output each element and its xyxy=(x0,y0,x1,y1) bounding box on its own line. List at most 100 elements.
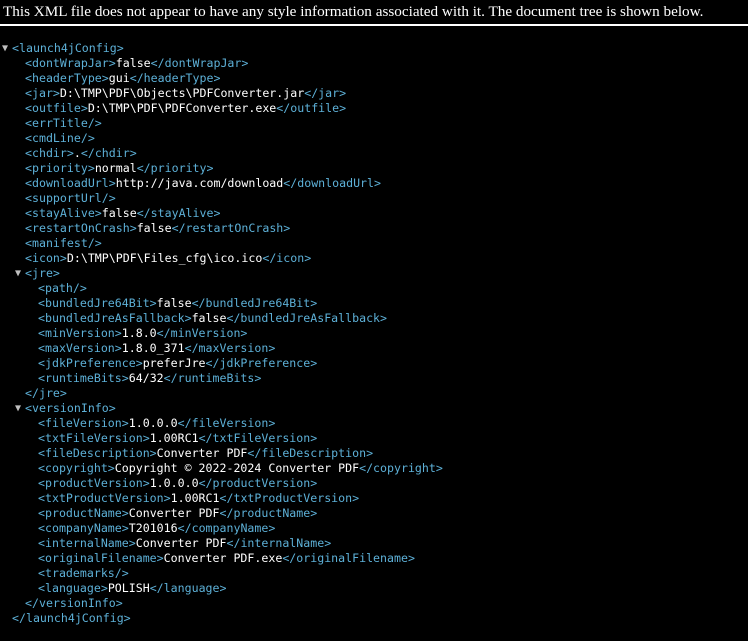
xml-open-tag: <companyName> xyxy=(38,521,129,535)
xml-text-value: false xyxy=(191,311,227,325)
xml-line: <internalName>Converter PDF</internalNam… xyxy=(0,536,443,551)
xml-open-tag: <chdir> xyxy=(25,146,74,160)
xml-close-tag: </txtFileVersion> xyxy=(198,431,318,445)
xml-open-tag: </jre> xyxy=(25,386,67,400)
xml-text-value: POLISH xyxy=(107,581,150,595)
xml-open-tag: <txtProductVersion> xyxy=(38,491,171,505)
xml-open-tag: <path/> xyxy=(38,281,87,295)
xml-line: <copyright>Copyright © 2022-2024 Convert… xyxy=(0,461,443,476)
xml-line: <manifest/> xyxy=(0,236,443,251)
xml-close-tag: </minVersion> xyxy=(156,326,248,340)
collapse-toggle-icon[interactable]: ▼ xyxy=(15,401,21,416)
xml-text-value: false xyxy=(156,296,192,310)
xml-close-tag: </jar> xyxy=(304,86,347,100)
xml-open-tag: <stayAlive> xyxy=(25,206,102,220)
xml-open-tag: <internalName> xyxy=(38,536,136,550)
xml-text-value: Converter PDF xyxy=(128,506,220,520)
xml-open-tag: <dontWrapJar> xyxy=(25,56,116,70)
xml-text-value: gui xyxy=(108,71,130,85)
xml-text-value: Converter PDF xyxy=(156,446,248,460)
xml-text-value: 64/32 xyxy=(128,371,164,385)
xml-close-tag: </runtimeBits> xyxy=(163,371,262,385)
xml-close-tag: </copyright> xyxy=(359,461,443,475)
xml-text-value: normal xyxy=(94,161,137,175)
xml-close-tag: </txtProductVersion> xyxy=(219,491,360,505)
no-style-info-message: This XML file does not appear to have an… xyxy=(0,0,748,26)
xml-open-tag: <supportUrl/> xyxy=(25,191,116,205)
xml-text-value: 1.0.0.0 xyxy=(149,476,199,490)
xml-close-tag: </maxVersion> xyxy=(184,341,276,355)
xml-text-value: . xyxy=(73,146,81,160)
xml-line: <fileVersion>1.0.0.0</fileVersion> xyxy=(0,416,443,431)
collapse-toggle-icon[interactable]: ▼ xyxy=(2,41,8,56)
xml-close-tag: </stayAlive> xyxy=(136,206,221,220)
xml-text-value: D:\TMP\PDF\PDFConverter.exe xyxy=(87,101,277,115)
xml-line: <companyName>T201016</companyName> xyxy=(0,521,443,536)
xml-close-tag: </fileVersion> xyxy=(177,416,276,430)
xml-close-tag: </language> xyxy=(149,581,227,595)
xml-text-value: 1.8.0_371 xyxy=(121,341,185,355)
xml-text-value: false xyxy=(136,221,172,235)
xml-open-tag: <headerType> xyxy=(25,71,109,85)
xml-text-value: D:\TMP\PDF\Files_cfg\ico.ico xyxy=(66,251,263,265)
xml-line: <originalFilename>Converter PDF.exe</ori… xyxy=(0,551,443,566)
xml-open-tag: <fileDescription> xyxy=(38,446,157,460)
xml-line: <bundledJre64Bit>false</bundledJre64Bit> xyxy=(0,296,443,311)
xml-line: <txtFileVersion>1.00RC1</txtFileVersion> xyxy=(0,431,443,446)
xml-line: <downloadUrl>http://java.com/download</d… xyxy=(0,176,443,191)
xml-close-tag: </productVersion> xyxy=(198,476,318,490)
xml-close-tag: </headerType> xyxy=(129,71,221,85)
xml-open-tag: <productVersion> xyxy=(38,476,150,490)
xml-open-tag: <txtFileVersion> xyxy=(38,431,150,445)
xml-open-tag: <jdkPreference> xyxy=(38,356,143,370)
xml-text-value: Converter PDF.exe xyxy=(163,551,283,565)
xml-open-tag: <cmdLine/> xyxy=(25,131,95,145)
xml-close-tag: </outfile> xyxy=(276,101,347,115)
xml-open-tag: <maxVersion> xyxy=(38,341,122,355)
xml-text-value: http://java.com/download xyxy=(115,176,284,190)
xml-line: <txtProductVersion>1.00RC1</txtProductVe… xyxy=(0,491,443,506)
xml-close-tag: </downloadUrl> xyxy=(283,176,382,190)
xml-close-tag: </priority> xyxy=(136,161,214,175)
xml-open-tag: <copyright> xyxy=(38,461,115,475)
xml-open-tag: <launch4jConfig> xyxy=(12,41,124,55)
xml-line: ▼ <jre> xyxy=(0,266,443,281)
xml-text-value: preferJre xyxy=(142,356,206,370)
xml-open-tag: <jar> xyxy=(25,86,60,100)
xml-line: <minVersion>1.8.0</minVersion> xyxy=(0,326,443,341)
xml-open-tag: <bundledJre64Bit> xyxy=(38,296,157,310)
xml-open-tag: </launch4jConfig> xyxy=(12,611,131,625)
xml-open-tag: <originalFilename> xyxy=(38,551,164,565)
xml-text-value: 1.00RC1 xyxy=(149,431,199,445)
xml-close-tag: </jdkPreference> xyxy=(205,356,318,370)
xml-line: <trademarks/> xyxy=(0,566,443,581)
xml-open-tag: <icon> xyxy=(25,251,67,265)
xml-line: <bundledJreAsFallback>false</bundledJreA… xyxy=(0,311,443,326)
xml-line: <headerType>gui</headerType> xyxy=(0,71,443,86)
collapse-toggle-icon[interactable]: ▼ xyxy=(15,266,21,281)
xml-line: <maxVersion>1.8.0_371</maxVersion> xyxy=(0,341,443,356)
xml-line: <errTitle/> xyxy=(0,116,443,131)
xml-open-tag: <outfile> xyxy=(25,101,88,115)
xml-open-tag: <fileVersion> xyxy=(38,416,129,430)
xml-open-tag: <downloadUrl> xyxy=(25,176,116,190)
xml-text-value: false xyxy=(101,206,137,220)
xml-text-value: 1.8.0 xyxy=(121,326,157,340)
xml-close-tag: </dontWrapJar> xyxy=(150,56,249,70)
xml-line: <language>POLISH</language> xyxy=(0,581,443,596)
xml-open-tag: <trademarks/> xyxy=(38,566,129,580)
xml-open-tag: <versionInfo> xyxy=(25,401,116,415)
xml-close-tag: </productName> xyxy=(219,506,318,520)
xml-text-value: 1.00RC1 xyxy=(170,491,220,505)
xml-open-tag: <language> xyxy=(38,581,108,595)
xml-open-tag: <bundledJreAsFallback> xyxy=(38,311,192,325)
xml-line: <productVersion>1.0.0.0</productVersion> xyxy=(0,476,443,491)
xml-line: <dontWrapJar>false</dontWrapJar> xyxy=(0,56,443,71)
xml-text-value: 1.0.0.0 xyxy=(128,416,178,430)
xml-line: </jre> xyxy=(0,386,443,401)
xml-close-tag: </internalName> xyxy=(226,536,332,550)
xml-text-value: false xyxy=(115,56,151,70)
xml-line: <runtimeBits>64/32</runtimeBits> xyxy=(0,371,443,386)
xml-close-tag: </companyName> xyxy=(177,521,276,535)
xml-open-tag: <restartOnCrash> xyxy=(25,221,137,235)
